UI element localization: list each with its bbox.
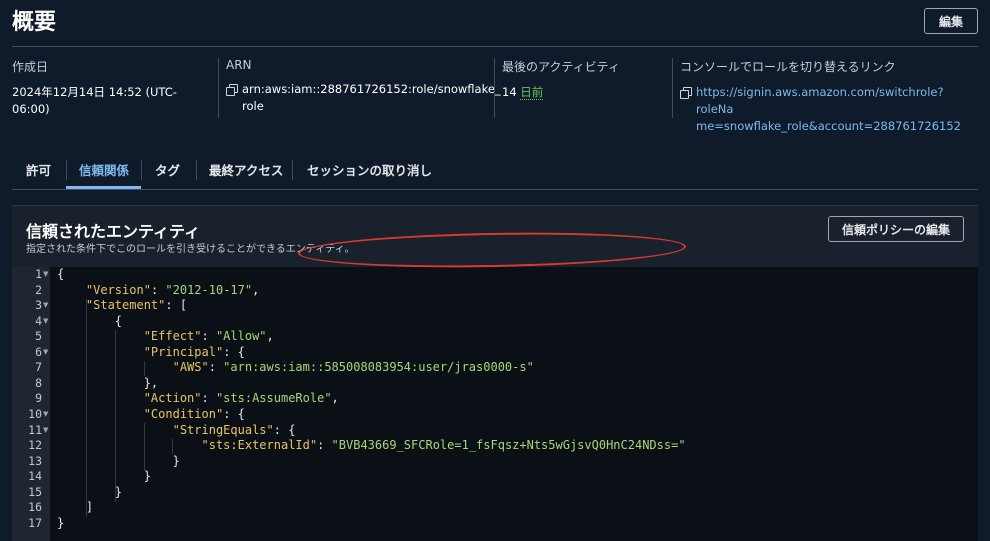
policy-code-editor[interactable]: 1 ▼ 2 3 ▼ 4 ▼ 5 6 ▼ 7 8 9 10 ▼ 11 ▼ 12 13 14 15 16 17 { "Versi…: [12, 267, 978, 541]
code-line: ]: [57, 500, 94, 515]
code-line: "Principal": {: [143, 344, 245, 359]
column-divider: [672, 58, 673, 118]
last-activity-value[interactable]: 日前: [520, 85, 544, 100]
last-activity-number: 14: [502, 85, 517, 99]
tab-divider: [66, 160, 67, 180]
line-number: 14: [28, 469, 42, 484]
line-number: 16: [28, 500, 42, 515]
tab-tags[interactable]: タグ: [155, 150, 180, 188]
line-number: 11: [28, 422, 42, 437]
tab-divider: [141, 160, 142, 180]
line-number: 5: [35, 329, 42, 344]
created-column: 作成日 2024年12月14日 14:52 (UTC-06:00): [12, 58, 212, 118]
line-number: 3: [35, 298, 42, 313]
code-line: "AWS": "arn:aws:iam::585008083954:user/j…: [172, 360, 534, 375]
switch-role-link-row: https://signin.aws.amazon.com/switchrole…: [680, 84, 980, 135]
code-line: "Action": "sts:AssumeRole",: [143, 391, 339, 406]
line-number: 8: [35, 375, 42, 390]
code-line: }: [57, 469, 151, 484]
created-value: 2024年12月14日 14:52 (UTC-06:00): [12, 85, 177, 116]
code-line: {: [57, 313, 123, 328]
switch-role-label: コンソールでロールを切り替えるリンク: [680, 60, 896, 74]
arn-value-line1: arn:aws:iam::288761726152:role/snowflake…: [242, 82, 501, 96]
created-label: 作成日: [12, 60, 49, 74]
copy-icon[interactable]: [226, 84, 238, 96]
fold-toggle-icon[interactable]: ▼: [43, 410, 48, 418]
tab-divider: [292, 160, 293, 180]
line-number: 9: [35, 391, 42, 406]
switch-role-link-line2[interactable]: me=snowflake_role&account=288761726152: [696, 119, 961, 133]
edit-button[interactable]: 編集: [924, 8, 978, 34]
line-number: 12: [28, 438, 42, 453]
tabs-baseline: [12, 189, 978, 190]
edit-trust-policy-button[interactable]: 信頼ポリシーの編集: [828, 216, 964, 242]
page-title: 概要: [12, 10, 57, 35]
tab-trust-relationships[interactable]: 信頼関係: [79, 150, 129, 188]
code-line: "Version": "2012-10-17",: [85, 282, 260, 297]
code-line: "Effect": "Allow",: [143, 329, 274, 344]
tab-permissions[interactable]: 許可: [26, 150, 51, 188]
switch-role-link-line1[interactable]: https://signin.aws.amazon.com/switchrole…: [696, 85, 944, 116]
tab-revoke-sessions[interactable]: セッションの取り消し: [307, 150, 432, 188]
line-number: 10: [28, 406, 42, 421]
fold-toggle-icon[interactable]: ▼: [43, 270, 48, 278]
line-number: 13: [28, 453, 42, 468]
arn-value: arn:aws:iam::288761726152:role/snowflake…: [242, 81, 501, 115]
code-line: "Statement": [: [85, 298, 188, 313]
line-number: 17: [28, 515, 42, 530]
line-number: 4: [35, 313, 42, 328]
code-line: "StringEquals": {: [172, 422, 296, 437]
copy-icon[interactable]: [680, 87, 692, 99]
tab-bar: 許可 信頼関係 タグ 最終アクセス セッションの取り消し: [12, 150, 978, 190]
tab-divider: [196, 160, 197, 180]
summary-section: 作成日 2024年12月14日 14:52 (UTC-06:00) ARN ar…: [12, 58, 980, 133]
arn-value-row: arn:aws:iam::288761726152:role/snowflake…: [226, 81, 501, 115]
code-line: "Condition": {: [143, 406, 245, 421]
last-activity-column: 最後のアクティビティ 14 日前: [494, 58, 658, 118]
fold-toggle-icon[interactable]: ▼: [43, 301, 48, 309]
tab-last-accessed[interactable]: 最終アクセス: [209, 150, 283, 188]
switch-role-link[interactable]: https://signin.aws.amazon.com/switchrole…: [696, 84, 980, 135]
line-number: 15: [28, 484, 42, 499]
fold-toggle-icon[interactable]: ▼: [43, 317, 48, 325]
code-line: }: [57, 515, 65, 530]
code-line: },: [57, 375, 159, 390]
column-divider: [218, 58, 219, 118]
panel-title: 信頼されたエンティティ: [26, 222, 201, 241]
fold-toggle-icon[interactable]: ▼: [43, 426, 48, 434]
line-number: 1: [35, 267, 42, 281]
line-number: 2: [35, 282, 42, 297]
code-line: }: [57, 453, 180, 468]
last-activity-label: 最後のアクティビティ: [502, 60, 620, 74]
arn-column: ARN arn:aws:iam::288761726152:role/snowf…: [218, 58, 501, 118]
code-line: }: [57, 484, 123, 499]
fold-toggle-icon[interactable]: ▼: [43, 348, 48, 356]
switch-role-column: コンソールでロールを切り替えるリンク https://signin.aws.am…: [672, 58, 980, 133]
header-divider: [12, 46, 978, 47]
code-line: {: [57, 267, 65, 281]
line-number: 7: [35, 360, 42, 375]
line-number: 6: [35, 344, 42, 359]
last-activity-value-row: 14 日前: [502, 84, 658, 101]
code-line: "sts:ExternalId": "BVB43669_SFCRole=1_fs…: [201, 438, 686, 453]
column-divider: [494, 58, 495, 118]
arn-label: ARN: [226, 58, 252, 72]
arn-value-line2: role: [242, 99, 264, 113]
